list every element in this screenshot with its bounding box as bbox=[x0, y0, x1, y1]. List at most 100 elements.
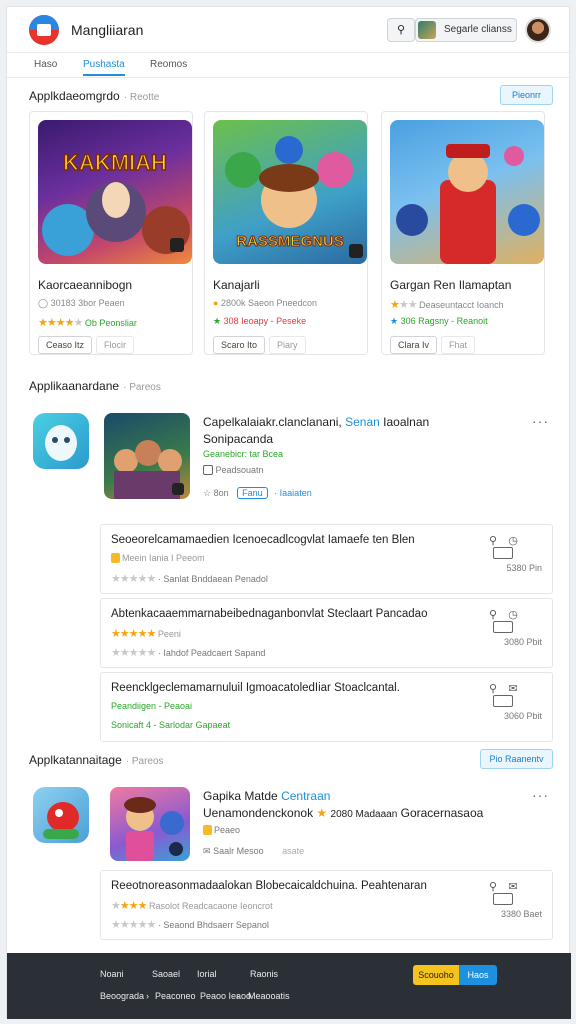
top-header: Mangliiaran ⚲ Segarle clianss bbox=[7, 7, 571, 53]
bird-app-icon[interactable] bbox=[33, 787, 89, 843]
review-title: Reeotnoreasonmadaalokan Blobecaicaldchui… bbox=[111, 880, 427, 892]
app-card[interactable]: Gargan Ren Ilamaptan ★★★ Deaseuntacct Io… bbox=[381, 111, 545, 355]
featured-line2-text: Uenamondenckonok bbox=[203, 806, 314, 820]
card-primary-button[interactable]: Scaro Ito bbox=[213, 336, 266, 354]
checkbox[interactable] bbox=[493, 893, 513, 905]
section-subtitle-text: Pareos bbox=[129, 382, 161, 393]
review-actions: ⚲ ✉ bbox=[483, 880, 552, 906]
section-subtitle-text: Pareos bbox=[131, 756, 164, 767]
review-item[interactable]: Seoeorelcamamaedien Icenoecadlcogvlat Ia… bbox=[100, 524, 553, 594]
featured-title-highlight: Centraan bbox=[281, 789, 331, 803]
tab-reomos[interactable]: Reomos bbox=[150, 59, 187, 70]
card-primary-button[interactable]: Ceaso Itz bbox=[38, 336, 93, 354]
featured-line2-end: Goracernasaoa bbox=[400, 806, 484, 820]
featured-title: Gapika Matde Centraan bbox=[203, 789, 330, 803]
card-secondary-button[interactable]: Flocir bbox=[96, 336, 135, 354]
section-subtitle-text: Reotte bbox=[129, 92, 160, 103]
card-secondary-button[interactable]: Piary bbox=[269, 336, 306, 354]
chat-icon[interactable]: ✉ bbox=[503, 682, 523, 695]
featured-tag: Peaeo bbox=[203, 825, 240, 835]
card-secondary-button[interactable]: Fhat bbox=[441, 336, 476, 354]
card-cover-image: RASSMEGNUS bbox=[213, 120, 367, 264]
review-rating: Sonicaft 4 - Sarlodar Gapaeat bbox=[111, 720, 230, 730]
review-title: Reencklgeclemamarnuluil IgmoacatoledIiar… bbox=[111, 682, 400, 694]
tab-pushasta[interactable]: Pushasta bbox=[83, 59, 125, 76]
review-tag-text: Rasolot Readcacaone Ieoncrot bbox=[149, 901, 273, 911]
ghost-app-icon[interactable] bbox=[33, 413, 89, 469]
search-icon[interactable]: ⚲ bbox=[483, 608, 503, 621]
checkbox[interactable] bbox=[493, 695, 513, 707]
app-card[interactable]: RASSMEGNUS Kanajarli ● 2800k Saeon Pneed… bbox=[204, 111, 368, 355]
review-rating: ★★★★★ · Sanlat Bnddaean Penadol bbox=[111, 573, 268, 585]
more-options-icon[interactable]: ··· bbox=[532, 413, 549, 429]
featured-subtitle: Sonipacanda bbox=[203, 432, 274, 446]
review-item[interactable]: Abtenkacaaemmarnabeibednaganbonvlat Stec… bbox=[100, 598, 553, 668]
card-cover-image: KAKMIAH bbox=[38, 120, 192, 264]
card-meta-text: 30183 3bor Peaen bbox=[50, 298, 125, 308]
star-icon: ★ bbox=[213, 316, 222, 326]
search-button[interactable]: ⚲ bbox=[387, 18, 415, 42]
section-title-3: Applkatannaitage · Pareos bbox=[29, 753, 164, 767]
chat-icon[interactable]: ✉ bbox=[503, 880, 523, 893]
star-outline-icon: ☆ bbox=[203, 488, 212, 498]
featured-title: Capelkalaiakr.clanclanani, Senan Iaoalna… bbox=[203, 415, 429, 429]
footer-yellow-button[interactable]: Scouoho bbox=[413, 965, 459, 985]
checkbox[interactable] bbox=[493, 621, 513, 633]
review-tag-value: Rasolot Readcacaone Ieoncrot bbox=[148, 901, 273, 911]
cover-title: RASSMEGNUS bbox=[236, 233, 344, 250]
review-rating: ★★★★★ · Iahdof Peadcaert Sapand bbox=[111, 647, 266, 659]
footer-link[interactable]: Saoael bbox=[152, 969, 180, 979]
search-icon[interactable]: ⚲ bbox=[483, 682, 503, 695]
review-tag: Meein Iania I Peeom bbox=[111, 553, 205, 563]
app-title: Mangliiaran bbox=[71, 22, 144, 38]
section-heading: Applkatannaitage bbox=[29, 753, 122, 767]
footer-link[interactable]: Meaooatis bbox=[248, 991, 290, 1001]
cover-art: RASSMEGNUS bbox=[225, 136, 363, 258]
footer-link[interactable]: Iorial bbox=[197, 969, 217, 979]
card-meta: ◯ 30183 3bor Peaen bbox=[38, 298, 125, 308]
card-rating: ★ 308 Ieoapy - Peseke bbox=[213, 316, 306, 327]
search-icon[interactable]: ⚲ bbox=[483, 880, 503, 893]
review-item[interactable]: Reencklgeclemamarnuluil IgmoacatoledIiar… bbox=[100, 672, 553, 742]
featured-line2: Uenamondenckonok ★ 2080 Madaaan Goracern… bbox=[203, 806, 483, 820]
search-icon: ⚲ bbox=[396, 24, 406, 36]
clock-icon[interactable]: ◷ bbox=[503, 534, 523, 547]
footer-link[interactable]: Peaconeo bbox=[155, 991, 196, 1001]
clock-icon[interactable]: ◷ bbox=[503, 608, 523, 621]
footer-link[interactable]: Peaoo Ieaoo bbox=[200, 991, 251, 1001]
section1-action-button[interactable]: Pieonrr bbox=[500, 85, 553, 105]
section-heading: Applkdaeomgrdo bbox=[29, 89, 120, 103]
card-primary-button[interactable]: Clara Iv bbox=[390, 336, 438, 354]
section-subheading: · Reotte bbox=[123, 92, 160, 103]
featured-art bbox=[114, 440, 184, 499]
review-item[interactable]: Reeotnoreasonmadaalokan Blobecaicaldchui… bbox=[100, 870, 553, 940]
user-switcher[interactable]: Segarle clianss bbox=[415, 18, 517, 42]
section-subheading: · Pareos bbox=[123, 382, 161, 393]
star-rating-icon: ★★★★ bbox=[111, 900, 147, 912]
featured-line2-rating: 2080 Madaaan bbox=[330, 809, 398, 820]
section3-action-button[interactable]: Pio Raanentv bbox=[480, 749, 553, 769]
section-title-2: Applikaanardane · Pareos bbox=[29, 379, 161, 393]
review-tag: ★★★★ Rasolot Readcacaone Ieoncrot bbox=[111, 899, 273, 912]
card-rating: ★ 306 Ragsny - Reanoit bbox=[390, 316, 488, 327]
footer-link[interactable]: Beoograda bbox=[100, 991, 144, 1001]
more-options-icon[interactable]: ··· bbox=[532, 787, 549, 803]
box-icon bbox=[203, 465, 213, 475]
avatar[interactable] bbox=[525, 17, 551, 43]
featured-thumbnail[interactable] bbox=[110, 787, 190, 861]
app-card[interactable]: KAKMIAH Kaorcaeannibogn ◯ 30183 3bor Pea… bbox=[29, 111, 193, 355]
checkbox[interactable] bbox=[493, 547, 513, 559]
review-tag-text: Meein Iania I Peeom bbox=[122, 553, 205, 563]
featured-link[interactable]: · Iaaiaten bbox=[274, 488, 312, 498]
app-logo-icon[interactable] bbox=[29, 15, 59, 45]
tab-home[interactable]: Haso bbox=[34, 59, 57, 70]
featured-meta-extra: asate bbox=[282, 846, 305, 856]
footer-blue-button[interactable]: Haos bbox=[459, 965, 497, 985]
card-title: Kaorcaeannibogn bbox=[38, 278, 133, 292]
featured-thumbnail[interactable] bbox=[104, 413, 190, 499]
footer-link[interactable]: Raonis bbox=[250, 969, 278, 979]
featured-chip[interactable]: Fanu bbox=[237, 487, 268, 499]
footer-link[interactable]: Noani bbox=[100, 969, 124, 979]
featured-meta: Peadsouatn bbox=[203, 465, 264, 475]
search-icon[interactable]: ⚲ bbox=[483, 534, 503, 547]
